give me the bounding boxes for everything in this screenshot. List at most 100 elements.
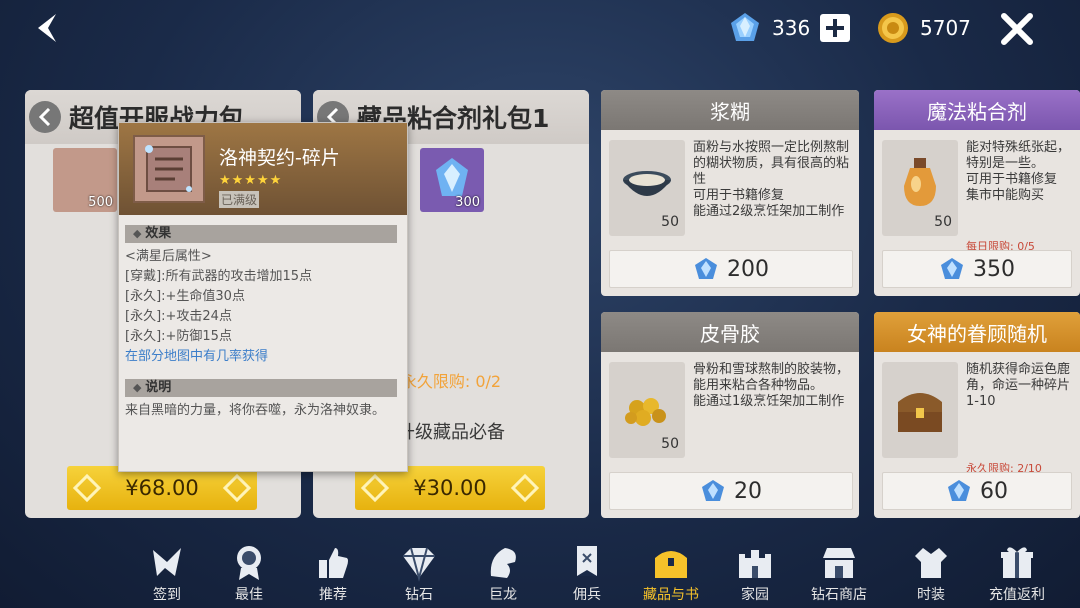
- blue-gem-icon: [948, 480, 970, 501]
- nav-label: 时装: [917, 587, 945, 603]
- shop-item-card[interactable]: 浆糊 50 面粉与水按照一定比例熬制的糊状物质，具有很高的粘性 可用于书籍修复 …: [601, 90, 859, 296]
- prev-arrow-icon[interactable]: [29, 101, 61, 133]
- card-description: 随机获得命运色鹿角，命运一种碎片1-10: [966, 362, 1071, 409]
- crystal-item-icon[interactable]: 300: [420, 148, 484, 212]
- effect-line: [永久]:+防御15点: [125, 329, 232, 344]
- effect-line: <满星后属性>: [125, 249, 212, 264]
- card-title: 皮骨胶: [601, 312, 859, 352]
- shop-item-card[interactable]: 女神的眷顾随机 随机获得命运色鹿角，命运一种碎片1-10 永久限购: 2/10 …: [874, 312, 1080, 518]
- level-badge: 已满级: [219, 191, 260, 208]
- price-button[interactable]: 60: [882, 472, 1072, 510]
- price-label: 350: [973, 256, 1015, 282]
- buy-button[interactable]: ¥30.00: [355, 466, 545, 510]
- effect-line: [永久]:+攻击24点: [125, 309, 232, 324]
- price-button[interactable]: 20: [609, 472, 853, 510]
- effect-line: [穿戴]:所有武器的攻击增加15点: [125, 269, 313, 284]
- checkin-icon: [153, 548, 181, 576]
- gift-pack-items: 500: [53, 148, 117, 212]
- nav-item-home[interactable]: 家园: [720, 540, 790, 608]
- diamond-deco-icon: [360, 473, 390, 503]
- gold-count: 5707: [920, 16, 971, 40]
- nav-label: 佣兵: [573, 587, 601, 603]
- source-link[interactable]: 在部分地图中有几率获得: [119, 347, 407, 367]
- gold-nuggets-icon: 50: [609, 362, 685, 458]
- nav-label: 最佳: [235, 587, 263, 603]
- nav-item-diamond[interactable]: 钻石: [384, 540, 454, 608]
- nav-label: 签到: [153, 587, 181, 603]
- price-label: ¥30.00: [413, 476, 487, 500]
- treasure-chest-icon: [882, 362, 958, 458]
- item-name: 洛神契约-碎片: [219, 147, 340, 169]
- nav-item-diamond-shop[interactable]: 钻石商店: [804, 540, 874, 608]
- price-label: 200: [727, 256, 769, 282]
- diamond-deco-icon: [510, 473, 540, 503]
- nav-item-checkin[interactable]: 签到: [132, 540, 202, 608]
- nav-item-collection[interactable]: 藏品与书: [636, 540, 706, 608]
- nav-label: 钻石商店: [811, 587, 867, 603]
- card-description: 骨粉和雪球熬制的胶装物，能用来粘合各种物品。 能通过1级烹饪架加工制作: [693, 362, 850, 409]
- nav-item-fashion[interactable]: 时装: [896, 540, 966, 608]
- description-section-title: 说明: [125, 379, 397, 397]
- nav-label: 充值返利: [989, 587, 1045, 603]
- nav-item-mercenary[interactable]: 佣兵: [552, 540, 622, 608]
- card-title: 浆糊: [601, 90, 859, 130]
- castle-icon: [739, 550, 771, 578]
- gift-pack-items: 300: [420, 148, 484, 212]
- blue-gem-icon: [702, 480, 724, 501]
- card-description: 能对特殊纸张起，特别是一些。 可用于书籍修复 集市中能购买: [966, 140, 1071, 203]
- card-title: 魔法粘合剂: [874, 90, 1080, 130]
- add-gems-button[interactable]: [820, 14, 850, 42]
- shop-item-card[interactable]: 魔法粘合剂 50 能对特殊纸张起，特别是一些。 可用于书籍修复 集市中能购买 每…: [874, 90, 1080, 296]
- paste-bowl-icon: 50: [609, 140, 685, 236]
- bottom-nav: 签到 最佳 推荐 钻石 巨龙 佣兵 藏品与书 家园 钻石商店 时装 充值返利: [140, 540, 1080, 608]
- price-label: 60: [980, 478, 1008, 504]
- diamond-deco-icon: [72, 473, 102, 503]
- price-button[interactable]: 200: [609, 250, 853, 288]
- back-arrow-icon[interactable]: [30, 10, 66, 46]
- nav-item-dragon[interactable]: 巨龙: [468, 540, 538, 608]
- gold-counter: 5707: [876, 10, 971, 46]
- diamond-deco-icon: [222, 473, 252, 503]
- card-description: 面粉与水按照一定比例熬制的糊状物质，具有很高的粘性 可用于书籍修复 能通过2级烹…: [693, 140, 850, 219]
- star-rating: ★★★★★: [219, 173, 283, 188]
- item-count: 50: [934, 214, 952, 230]
- item-count: 300: [455, 195, 480, 210]
- nav-label: 钻石: [405, 587, 433, 603]
- item-tooltip: 洛神契约-碎片 ★★★★★ 已满级 效果 <满星后属性> [穿戴]:所有武器的攻…: [118, 122, 408, 472]
- gem-count: 336: [772, 16, 811, 40]
- blue-gem-icon: [941, 258, 963, 279]
- effect-section-title: 效果: [125, 225, 397, 243]
- blue-gem-icon: [731, 13, 759, 41]
- close-icon[interactable]: [998, 10, 1036, 48]
- nav-label: 家园: [741, 587, 769, 603]
- effect-line: [永久]:+生命值30点: [125, 289, 245, 304]
- fragment-item-icon[interactable]: 500: [53, 148, 117, 212]
- nav-label: 巨龙: [489, 587, 517, 603]
- nav-item-recharge-rebate[interactable]: 充值返利: [982, 540, 1052, 608]
- nav-item-recommend[interactable]: 推荐: [298, 540, 368, 608]
- item-count: 50: [661, 214, 679, 230]
- buy-button[interactable]: ¥68.00: [67, 466, 257, 510]
- tooltip-header: 洛神契约-碎片 ★★★★★ 已满级: [119, 123, 407, 215]
- card-title: 女神的眷顾随机: [874, 312, 1080, 352]
- medal-icon: [237, 546, 261, 580]
- shop-icon: [823, 548, 855, 578]
- nav-label: 推荐: [319, 587, 347, 603]
- thumbs-up-icon: [319, 548, 348, 578]
- treasure-chest-icon: [655, 551, 687, 578]
- nav-item-best[interactable]: 最佳: [214, 540, 284, 608]
- price-button[interactable]: 350: [882, 250, 1072, 288]
- gift-box-icon: [1001, 547, 1033, 578]
- fashion-icon: [915, 548, 947, 578]
- nav-label: 藏品与书: [643, 587, 699, 603]
- description-text: 来自黑暗的力量，将你吞噬，永为洛神奴隶。: [125, 403, 386, 418]
- fragment-icon: [133, 135, 205, 203]
- dragon-icon: [490, 548, 516, 578]
- price-label: 20: [734, 478, 762, 504]
- banner-icon: [577, 546, 597, 576]
- blue-gem-icon: [695, 258, 717, 279]
- top-bar: 336 5707: [0, 0, 1080, 56]
- shop-item-card[interactable]: 皮骨胶 50 骨粉和雪球熬制的胶装物，能用来粘合各种物品。 能通过1级烹饪架加工…: [601, 312, 859, 518]
- item-count: 500: [88, 195, 113, 210]
- diamond-icon: [403, 547, 435, 582]
